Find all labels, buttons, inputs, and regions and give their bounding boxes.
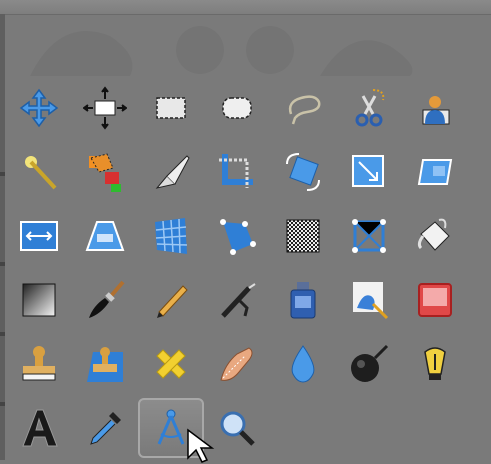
perspective-clone-tool[interactable] xyxy=(80,332,130,396)
pen-lamp-icon xyxy=(424,347,446,380)
handle-transform-icon xyxy=(352,219,386,253)
magic-wand-icon xyxy=(25,156,57,190)
airbrush-icon xyxy=(221,283,256,318)
blur-sharpen-tool[interactable] xyxy=(278,332,328,396)
pencil-icon xyxy=(157,285,188,318)
align-icon xyxy=(83,86,127,130)
eraser-tool[interactable] xyxy=(410,268,460,332)
smudge-tool[interactable] xyxy=(212,332,262,396)
window-titlebar xyxy=(0,0,491,15)
dodge-burn-icon xyxy=(351,344,389,382)
smudge-finger-icon xyxy=(220,347,253,381)
scale-tool[interactable] xyxy=(344,140,394,204)
foreground-select-icon xyxy=(422,96,450,125)
paintbrush-tool[interactable] xyxy=(80,268,130,332)
ellipse-select-tool[interactable] xyxy=(212,76,262,140)
fuzzy-select-tool[interactable] xyxy=(14,140,64,204)
perspective-icon xyxy=(85,221,125,251)
wilber-watermark-icon xyxy=(30,26,413,76)
airbrush-tool[interactable] xyxy=(212,268,262,332)
move-tool[interactable] xyxy=(14,76,64,140)
rotate-icon xyxy=(286,153,320,191)
clone-tool[interactable] xyxy=(14,332,64,396)
scale-icon xyxy=(352,155,384,187)
eyedropper-icon xyxy=(90,412,121,445)
water-drop-icon xyxy=(291,345,315,383)
noise-tool[interactable] xyxy=(278,204,328,268)
gradient-icon xyxy=(22,283,56,317)
grid-transform-icon xyxy=(155,218,188,254)
pencil-tool[interactable] xyxy=(146,268,196,332)
eyedropper-tool[interactable] xyxy=(80,396,130,460)
perspective-stamp-icon xyxy=(87,347,123,382)
scissors-icon xyxy=(355,89,385,127)
ellipse-select-icon xyxy=(222,97,252,119)
ink-tool[interactable] xyxy=(278,268,328,332)
flip-tool[interactable] xyxy=(14,204,64,268)
shear-tool[interactable] xyxy=(410,140,460,204)
rect-select-tool[interactable] xyxy=(146,76,196,140)
move-icon xyxy=(19,88,59,128)
paths-tool[interactable] xyxy=(146,140,196,204)
shear-icon xyxy=(417,159,453,185)
alignment-tool[interactable] xyxy=(80,76,130,140)
checker-icon xyxy=(286,219,320,253)
text-a-icon xyxy=(22,409,58,447)
rotate-tool[interactable] xyxy=(278,140,328,204)
pen-nib-icon xyxy=(155,155,190,189)
bucket-fill-tool[interactable] xyxy=(410,204,460,268)
foreground-select-tool[interactable] xyxy=(410,76,460,140)
bucket-icon xyxy=(417,218,450,251)
dodge-burn-tool[interactable] xyxy=(344,332,394,396)
crop-icon xyxy=(219,154,253,188)
select-by-color-icon xyxy=(89,153,121,192)
stamp-icon xyxy=(22,346,56,381)
mypaint-icon xyxy=(353,282,389,320)
cage-icon xyxy=(220,219,256,255)
blend-tool[interactable] xyxy=(14,268,64,332)
select-by-color-tool[interactable] xyxy=(80,140,130,204)
warp-tool[interactable] xyxy=(344,204,394,268)
paintbrush-icon xyxy=(89,280,125,318)
ink-bottle-icon xyxy=(290,282,316,319)
mouse-pointer-icon xyxy=(187,428,215,463)
rect-select-icon xyxy=(156,97,186,119)
perspective-tool[interactable] xyxy=(80,204,130,268)
free-select-tool[interactable] xyxy=(278,76,328,140)
toolbox-grid xyxy=(14,76,460,460)
heal-tool[interactable] xyxy=(146,332,196,396)
color-picker-tool[interactable] xyxy=(212,140,262,204)
panel-edge xyxy=(0,14,5,460)
unified-transform-tool[interactable] xyxy=(212,204,262,268)
scissors-select-tool[interactable] xyxy=(344,76,394,140)
lasso-icon xyxy=(288,95,321,125)
flip-icon xyxy=(20,221,58,251)
text-tool[interactable] xyxy=(14,396,64,460)
cage-transform-tool[interactable] xyxy=(146,204,196,268)
bandage-icon xyxy=(156,349,186,379)
mypaint-brush-tool[interactable] xyxy=(344,268,394,332)
bucket-lamp-tool[interactable] xyxy=(410,332,460,396)
eraser-icon xyxy=(418,283,452,317)
